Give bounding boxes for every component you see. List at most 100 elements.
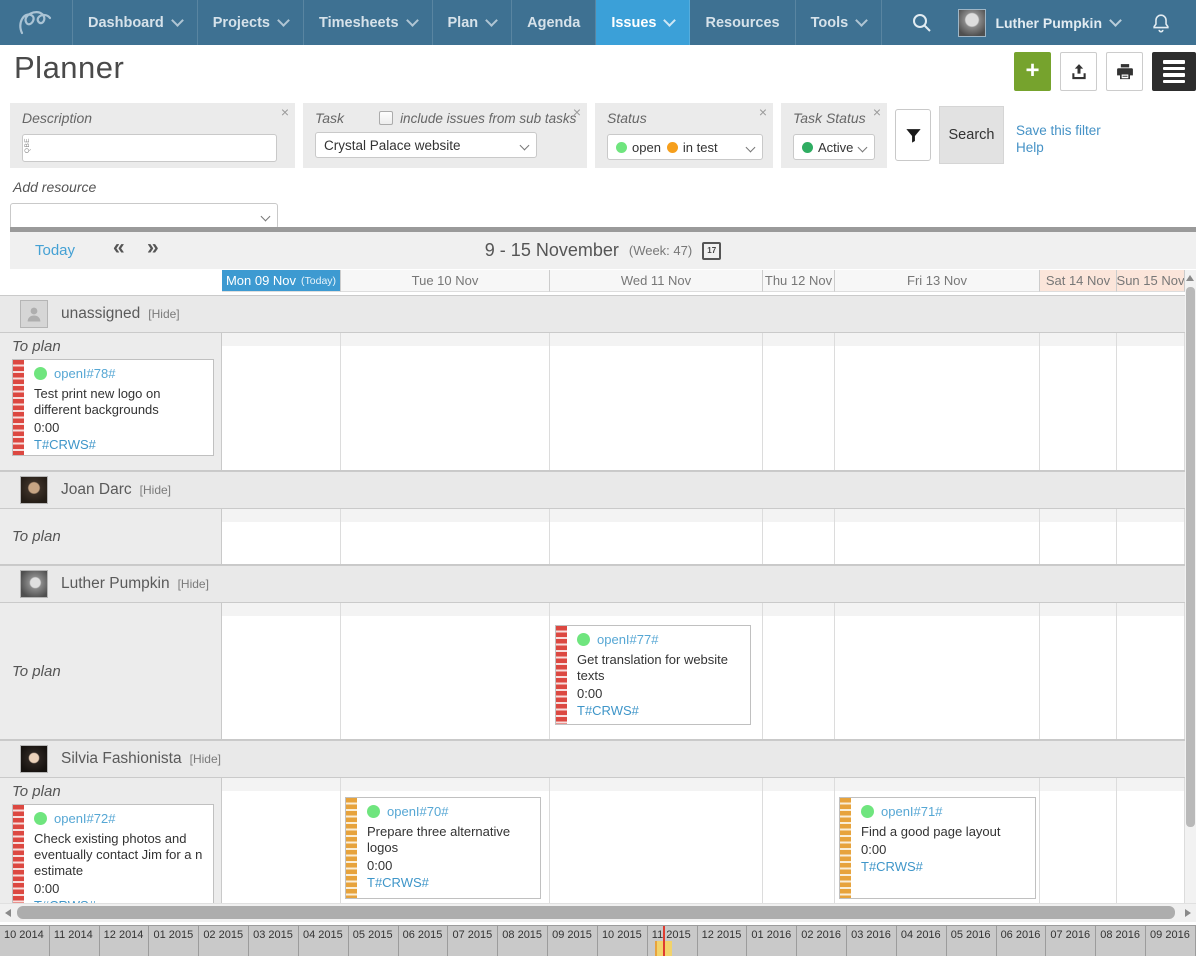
filter-funnel-button[interactable] xyxy=(895,109,931,161)
task-link[interactable]: T#CRWS# xyxy=(367,875,532,890)
day-cell[interactable] xyxy=(341,509,550,564)
include-subtasks-checkbox[interactable] xyxy=(379,111,393,125)
horizontal-scrollbar-thumb[interactable] xyxy=(17,906,1175,919)
day-cell[interactable] xyxy=(1040,333,1117,470)
timeline-month[interactable]: 12 2015 xyxy=(698,926,748,956)
timeline-month[interactable]: 11 2015 xyxy=(648,926,698,956)
day-cell[interactable] xyxy=(835,509,1040,564)
issue-link[interactable]: openI#71# xyxy=(881,804,942,819)
vertical-scrollbar-thumb[interactable] xyxy=(1186,287,1195,827)
nav-item-agenda[interactable]: Agenda xyxy=(512,0,596,45)
timeline-month[interactable]: 08 2015 xyxy=(498,926,548,956)
user-avatar[interactable] xyxy=(958,9,986,37)
day-cell[interactable] xyxy=(1040,778,1117,910)
nav-item-plan[interactable]: Plan xyxy=(433,0,513,45)
timeline-month[interactable]: 04 2016 xyxy=(897,926,947,956)
day-cell[interactable] xyxy=(550,333,763,470)
day-cell[interactable] xyxy=(1040,509,1117,564)
description-input[interactable]: QBE xyxy=(22,134,277,162)
day-header-tue[interactable]: Tue 10 Nov xyxy=(341,270,550,292)
task-card-71[interactable]: openI#71# Find a good page layout 0:00 T… xyxy=(839,797,1036,899)
nav-item-tools[interactable]: Tools xyxy=(796,0,883,45)
to-plan-cell[interactable]: To plan xyxy=(0,509,222,564)
hide-link[interactable]: [Hide] xyxy=(178,577,209,591)
timeline-month[interactable]: 10 2015 xyxy=(598,926,648,956)
task-link[interactable]: T#CRWS# xyxy=(34,437,205,452)
horizontal-scrollbar[interactable] xyxy=(0,903,1196,922)
timeline-month[interactable]: 05 2016 xyxy=(947,926,997,956)
timeline-month[interactable]: 02 2015 xyxy=(199,926,249,956)
notifications-bell-icon[interactable] xyxy=(1150,12,1172,34)
task-select[interactable]: Crystal Palace website xyxy=(315,132,537,158)
timeline-month[interactable]: 03 2015 xyxy=(249,926,299,956)
day-header-fri[interactable]: Fri 13 Nov xyxy=(835,270,1040,292)
issue-link[interactable]: openI#78# xyxy=(54,366,115,381)
day-header-mon[interactable]: Mon 09 Nov(Today) xyxy=(222,270,341,292)
scroll-right-icon[interactable] xyxy=(1185,909,1191,917)
day-cell[interactable] xyxy=(763,603,835,739)
timeline-month[interactable]: 06 2016 xyxy=(997,926,1047,956)
app-logo-icon[interactable] xyxy=(0,0,73,45)
day-cell[interactable] xyxy=(835,333,1040,470)
task-link[interactable]: T#CRWS# xyxy=(577,703,742,718)
nav-item-timesheets[interactable]: Timesheets xyxy=(304,0,433,45)
timeline-month[interactable]: 01 2016 xyxy=(747,926,797,956)
timeline-month[interactable]: 05 2015 xyxy=(349,926,399,956)
help-link[interactable]: Help xyxy=(1016,140,1101,157)
print-button[interactable] xyxy=(1106,52,1143,91)
timeline-month[interactable]: 08 2016 xyxy=(1096,926,1146,956)
scroll-up-icon[interactable] xyxy=(1186,275,1194,281)
calendar-picker-icon[interactable]: 17 xyxy=(702,242,721,260)
task-card-70[interactable]: openI#70# Prepare three alternative logo… xyxy=(345,797,541,899)
timeline-month[interactable]: 10 2014 xyxy=(0,926,50,956)
day-cell[interactable] xyxy=(222,509,341,564)
to-plan-cell[interactable]: To plan xyxy=(0,603,222,739)
nav-item-issues[interactable]: Issues xyxy=(596,0,690,45)
timeline-month[interactable]: 07 2016 xyxy=(1046,926,1096,956)
day-cell[interactable] xyxy=(222,778,341,910)
search-icon[interactable] xyxy=(911,12,932,33)
add-resource-select[interactable] xyxy=(10,203,278,229)
timeline-month[interactable]: 03 2016 xyxy=(847,926,897,956)
day-cell[interactable] xyxy=(1117,509,1185,564)
nav-item-projects[interactable]: Projects xyxy=(198,0,304,45)
day-cell[interactable] xyxy=(341,333,550,470)
timeline-month[interactable]: 12 2014 xyxy=(100,926,150,956)
day-cell[interactable] xyxy=(835,603,1040,739)
nav-item-dashboard[interactable]: Dashboard xyxy=(73,0,198,45)
user-menu[interactable]: Luther Pumpkin xyxy=(995,15,1120,31)
export-button[interactable] xyxy=(1060,52,1097,91)
task-card-72[interactable]: openI#72# Check existing photos and even… xyxy=(12,804,214,905)
task-link[interactable]: T#CRWS# xyxy=(861,859,1027,874)
day-header-wed[interactable]: Wed 11 Nov xyxy=(550,270,763,292)
day-header-thu[interactable]: Thu 12 Nov xyxy=(763,270,835,292)
to-plan-cell[interactable]: To plan openI#72# Check existing photos … xyxy=(0,778,222,910)
day-cell[interactable] xyxy=(222,333,341,470)
day-cell[interactable] xyxy=(1117,603,1185,739)
day-cell[interactable] xyxy=(341,603,550,739)
close-icon[interactable]: × xyxy=(281,105,289,119)
task-card-77[interactable]: openI#77# Get translation for website te… xyxy=(555,625,751,725)
hide-link[interactable]: [Hide] xyxy=(148,307,179,321)
to-plan-cell[interactable]: To plan openI#78# Test print new logo on… xyxy=(0,333,222,470)
menu-button[interactable] xyxy=(1152,52,1196,91)
task-status-select[interactable]: Active xyxy=(793,134,875,160)
search-button[interactable]: Search xyxy=(939,106,1004,164)
day-cell-tue[interactable]: openI#70# Prepare three alternative logo… xyxy=(341,778,550,910)
close-icon[interactable]: × xyxy=(759,105,767,119)
issue-link[interactable]: openI#77# xyxy=(597,632,658,647)
day-cell[interactable] xyxy=(763,509,835,564)
day-cell[interactable] xyxy=(1117,778,1185,910)
hide-link[interactable]: [Hide] xyxy=(140,483,171,497)
day-header-sun[interactable]: Sun 15 Nov xyxy=(1117,270,1185,292)
hide-link[interactable]: [Hide] xyxy=(190,752,221,766)
issue-link[interactable]: openI#70# xyxy=(387,804,448,819)
close-icon[interactable]: × xyxy=(573,105,581,119)
timeline-month[interactable]: 02 2016 xyxy=(797,926,847,956)
close-icon[interactable]: × xyxy=(873,105,881,119)
status-select[interactable]: open in test xyxy=(607,134,763,160)
day-cell[interactable] xyxy=(550,509,763,564)
timeline-month[interactable]: 11 2014 xyxy=(50,926,100,956)
timeline-month[interactable]: 06 2015 xyxy=(399,926,449,956)
nav-item-resources[interactable]: Resources xyxy=(690,0,795,45)
